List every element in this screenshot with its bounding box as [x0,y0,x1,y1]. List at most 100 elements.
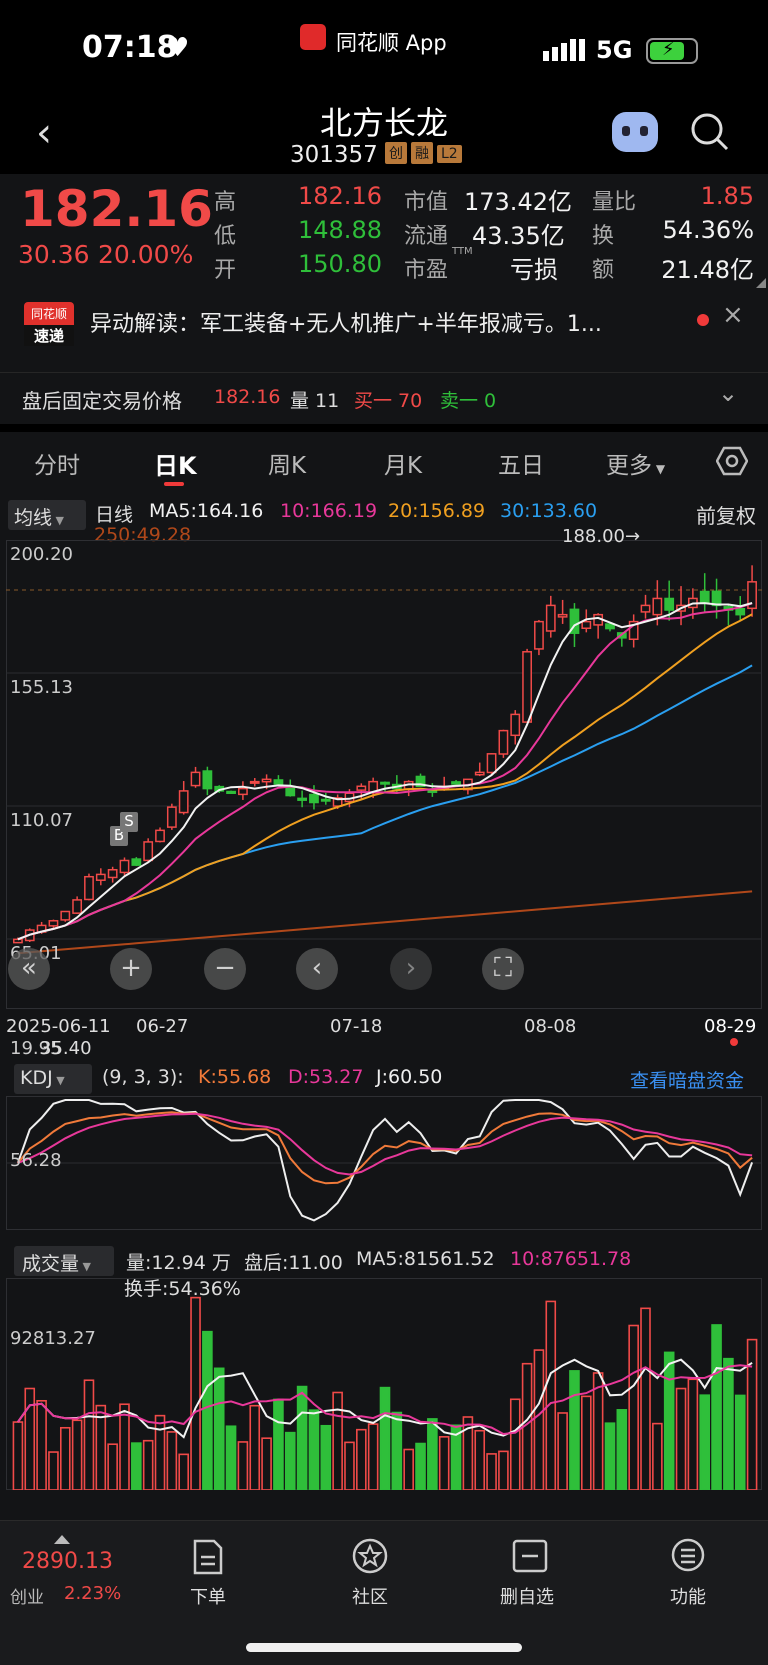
volume-bar [616,1409,628,1490]
kdj-select-label: KDJ [20,1067,53,1089]
volume-bar [545,1300,557,1490]
volume-bar [237,1441,249,1490]
dark-pool-link[interactable]: 查看暗盘资金 [630,1066,744,1093]
volume-bar [438,1436,450,1490]
volume-bar [592,1372,604,1490]
candle-body [557,613,568,618]
date-label-3: 07-18 [330,1016,383,1037]
scroll-right-icon[interactable]: › [390,948,432,990]
after-hours-volume: 盘后:11.00 [244,1252,343,1274]
candle-body [699,590,710,604]
community-icon[interactable] [351,1537,389,1575]
kdj-j: J:60.50 [376,1066,443,1088]
search-icon[interactable] [690,112,730,152]
after-hours-vol: 量 11 [290,390,340,412]
clock: 07:18 [82,30,178,65]
candlestick-chart[interactable] [6,540,762,1010]
sell-marker[interactable]: S [120,812,138,832]
candle-body [107,869,118,879]
candle-body [143,841,154,862]
volume-chart[interactable] [6,1278,762,1490]
news-logo-top: 同花顺 [30,307,67,321]
candle-body [664,597,675,611]
after-hours-price: 182.16 [214,386,281,408]
volume-value: 量:12.94 万 [126,1252,231,1274]
tab-daily-k[interactable]: 日K [154,446,197,481]
kdj-d: D:53.27 [288,1066,364,1088]
volume-bars [12,1296,758,1490]
expand-corner-icon[interactable] [756,278,766,288]
assistant-robot-icon[interactable] [612,112,658,152]
functions-button[interactable]: 功能 [670,1583,706,1609]
chevron-down-icon[interactable]: ⌄ [718,379,738,407]
volume-bar [723,1357,734,1490]
functions-menu-icon[interactable] [670,1537,706,1573]
volume-bar [675,1387,687,1490]
candle-body [474,771,485,776]
low-value: 148.88 [298,216,382,244]
indicator-select[interactable]: 均线 ▼ [8,500,86,530]
open-label: 开 [214,258,237,283]
tab-five-day[interactable]: 五日 [498,446,544,480]
tab-timeshare[interactable]: 分时 [34,446,80,480]
ma20-line [17,613,753,941]
candle-body [48,920,59,927]
scroll-left-icon[interactable]: ‹ [296,948,338,990]
date-label-5: 08-29 [704,1016,757,1037]
ma10-value: 10:166.19 [280,500,378,522]
candle-body [510,713,521,737]
pe-label: 市盈 [404,258,449,283]
remove-watchlist-icon[interactable] [512,1539,548,1573]
tab-more[interactable]: 更多 ▼ [606,446,665,480]
candle-body [72,899,83,914]
network-type: 5G [596,36,633,64]
vol-ratio-label: 量比 [592,190,637,215]
volume-bar [166,1431,178,1490]
news-banner[interactable]: 同花顺 速递 异动解读：军工装备+无人机推广+半年报减亏。1... × [0,292,768,372]
volume-bar [249,1404,261,1490]
tab-weekly-k[interactable]: 周K [268,446,306,480]
after-hours-label: 盘后固定交易价格 [22,389,182,413]
date-label-1: 2025-06-11 [6,1016,111,1037]
tab-monthly-k[interactable]: 月K [384,446,422,480]
candle-body [309,793,319,804]
zoom-out-icon[interactable]: − [204,948,246,990]
volume-bar [367,1423,379,1490]
news-logo-bottom: 速递 [24,325,74,346]
volume-bar [308,1409,320,1490]
volume-bar [699,1394,711,1490]
zoom-in-icon[interactable]: + [110,948,152,990]
after-hours-row[interactable]: 盘后固定交易价格 182.16 量 11 买一 70 卖一 0 ⌄ [0,372,768,424]
scroll-left-fast-icon[interactable]: « [8,948,50,990]
volume-bar [320,1424,332,1490]
candle-body [60,910,71,921]
candle-body [166,806,177,828]
order-document-icon[interactable] [192,1539,224,1575]
remove-watchlist-button[interactable]: 删自选 [500,1583,554,1609]
heart-icon: ♥ [166,33,190,63]
kdj-params: (9, 3, 3): [102,1066,184,1088]
kdj-select[interactable]: KDJ ▼ [14,1064,92,1094]
volume-select[interactable]: 成交量 ▼ [14,1246,114,1276]
vol-ma10: 10:87651.78 [510,1248,632,1270]
tag-chuang: 创 [385,142,407,164]
close-icon[interactable]: × [722,300,744,330]
index-value[interactable]: 2890.13 [22,1549,113,1574]
volume-bar [474,1429,486,1490]
fullscreen-icon[interactable]: ⛶ [482,948,524,990]
up-arrow-icon [54,1535,70,1544]
dropdown-icon: ▼ [79,1260,91,1273]
order-button[interactable]: 下单 [190,1583,226,1609]
app-logo-icon [300,24,326,50]
y-label-top: 200.20 [10,544,73,565]
kdj-chart[interactable] [6,1096,762,1230]
volume-bar [711,1324,722,1490]
volume-bar [296,1385,308,1490]
adjustment-type[interactable]: 前复权 [696,500,756,529]
settings-hexagon-icon[interactable] [716,446,748,476]
kdj-d-line [17,1112,753,1176]
mcap-label: 市值 [404,190,449,215]
volume-bar [48,1451,59,1490]
community-button[interactable]: 社区 [352,1583,388,1609]
candle-body [155,829,165,843]
